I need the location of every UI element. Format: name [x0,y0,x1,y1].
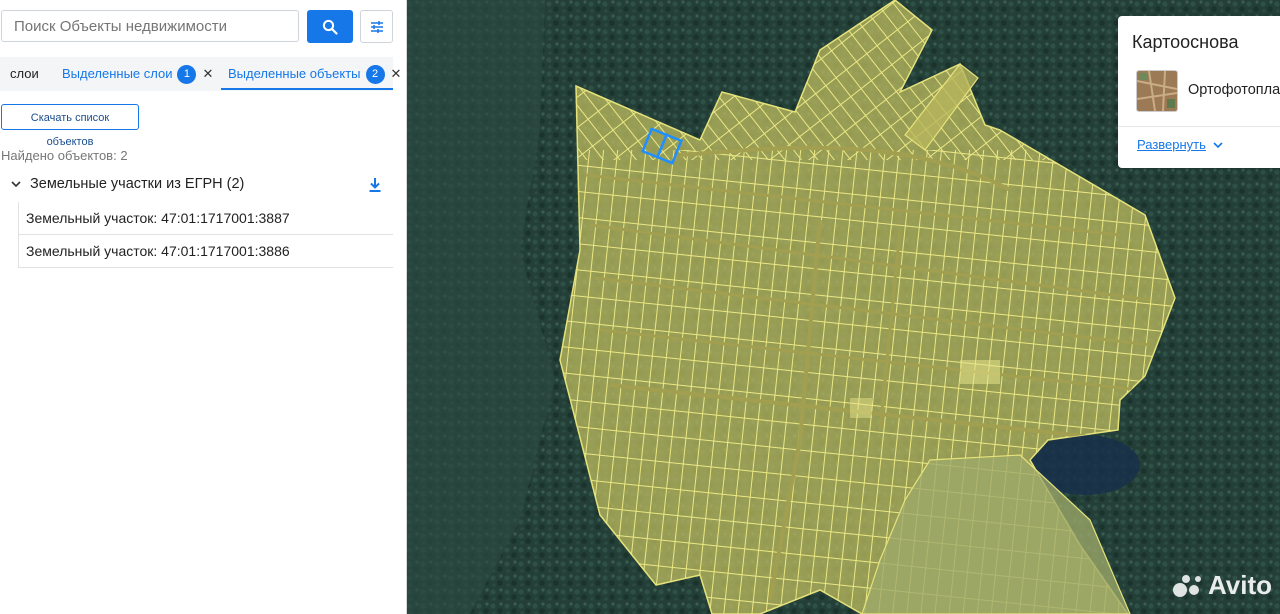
tab-selected-layers[interactable]: Выделенные слои 1 ✕ [62,57,213,91]
tab-selected-objects-label: Выделенные объекты [228,66,361,81]
list-item[interactable]: Земельный участок: 47:01:1717001:3887 [18,202,393,235]
divider [1118,126,1280,127]
orthophoto-thumbnail[interactable] [1136,70,1178,112]
download-icon[interactable] [366,176,384,194]
search-button[interactable] [307,10,353,43]
filter-button[interactable] [360,10,393,43]
group-header[interactable]: Земельные участки из ЕГРН (2) [10,176,244,192]
filter-icon [370,20,383,33]
close-icon[interactable]: ✕ [202,66,213,81]
tab-layers-label: слои [10,66,39,81]
found-count: Найдено объектов: 2 [1,148,128,163]
basemap-layer-label[interactable]: Ортофотоплан [1188,82,1280,98]
tab-selected-objects[interactable]: Выделенные объекты 2 ✕ [228,57,401,91]
expand-link[interactable]: Развернуть [1137,137,1224,152]
side-panel: слои Выделенные слои 1 ✕ Выделенные объект… [0,0,407,614]
tab-layers[interactable]: слои [10,57,39,91]
search-icon [322,19,338,35]
selected-layers-count-badge: 1 [177,65,197,84]
list-item[interactable]: Земельный участок: 47:01:1717001:3886 [18,235,393,268]
tab-bar: слои Выделенные слои 1 ✕ Выделенные объект… [0,57,401,91]
watermark-text: Avito [1208,570,1273,600]
selected-objects-count-badge: 2 [365,65,385,84]
download-list-button[interactable]: Скачать список объектов [1,104,139,148]
avito-logo [1173,574,1201,597]
expand-label: Развернуть [1137,137,1206,152]
basemap-title: Картооснова [1132,32,1239,52]
tab-selected-layers-label: Выделенные слои [62,66,173,81]
close-icon[interactable]: ✕ [391,66,402,81]
active-tab-indicator [221,88,393,90]
avito-watermark: Avito [1172,570,1272,601]
group-title: Земельные участки из ЕГРН (2) [30,176,245,192]
chevron-down-icon [11,181,21,188]
basemap-card: Картооснова Ортофотоплан Развернуть [1118,16,1280,168]
search-input[interactable] [1,10,299,42]
chevron-down-icon [1213,141,1223,148]
